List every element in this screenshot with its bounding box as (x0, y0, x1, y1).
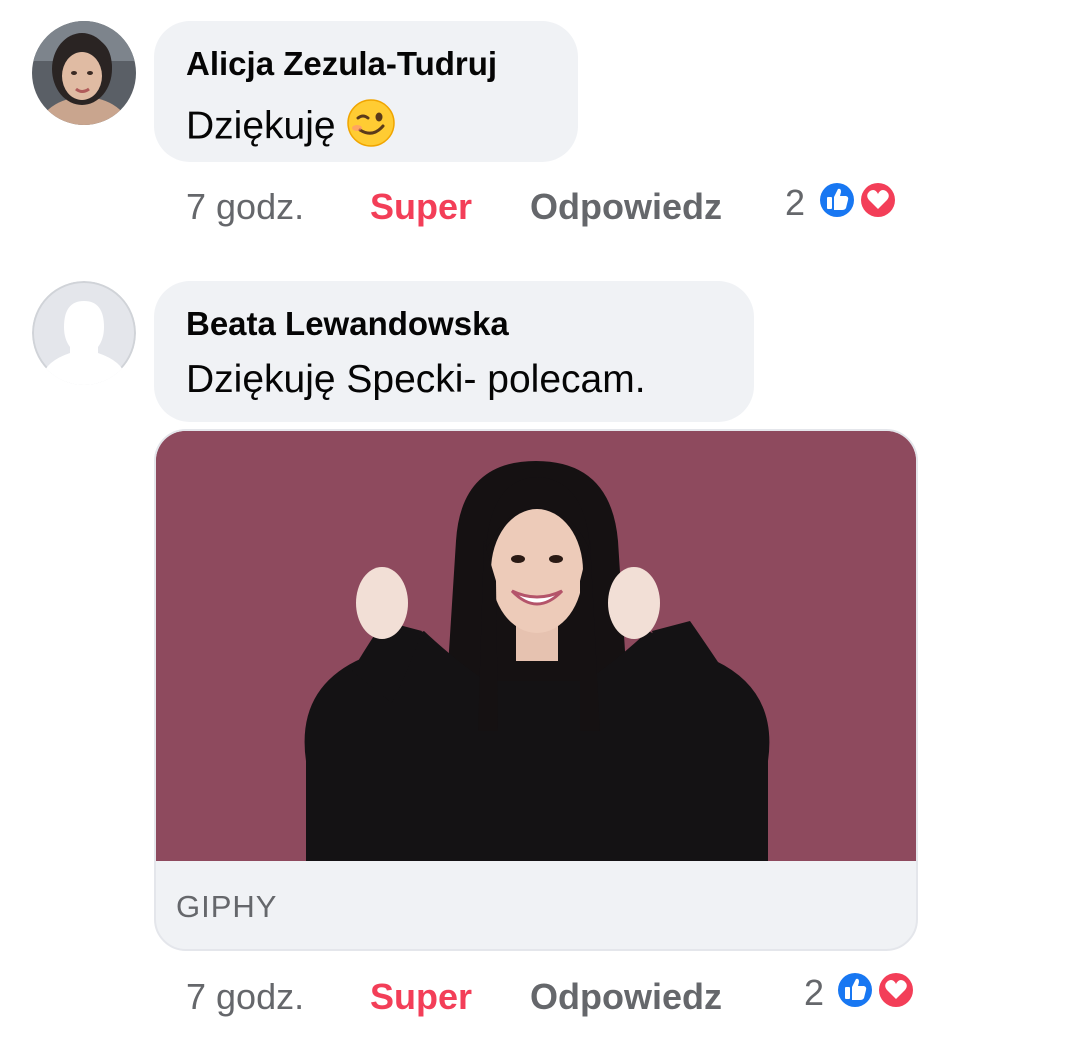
comment-author[interactable]: Beata Lewandowska (186, 305, 509, 343)
reply-button[interactable]: Odpowiedz (530, 186, 722, 228)
avatar[interactable] (32, 281, 136, 385)
comment-timestamp[interactable]: 7 godz. (186, 186, 304, 228)
gif-image[interactable] (156, 431, 916, 861)
love-icon (877, 971, 915, 1009)
comment-text: Dziękuję Specki- polecam. (186, 358, 646, 401)
reaction-count[interactable]: 2 (804, 972, 824, 1014)
super-reaction-button[interactable]: Super (370, 186, 472, 228)
avatar[interactable] (32, 21, 136, 125)
comment-timestamp[interactable]: 7 godz. (186, 976, 304, 1018)
reaction-icons[interactable] (834, 969, 924, 1011)
reaction-icons[interactable] (816, 179, 906, 221)
comment-text: Dziękuję (186, 98, 396, 158)
winking-face-icon (346, 98, 396, 158)
love-icon (859, 181, 897, 219)
gif-attachment[interactable]: GIPHY (154, 429, 918, 951)
like-icon (836, 971, 874, 1009)
reply-button[interactable]: Odpowiedz (530, 976, 722, 1018)
comment-text-content: Dziękuję (186, 104, 336, 148)
comment-author[interactable]: Alicja Zezula-Tudruj (186, 45, 497, 83)
gif-source-label: GIPHY (176, 889, 278, 924)
super-reaction-button[interactable]: Super (370, 976, 472, 1018)
like-icon (818, 181, 856, 219)
reaction-count[interactable]: 2 (785, 182, 805, 224)
